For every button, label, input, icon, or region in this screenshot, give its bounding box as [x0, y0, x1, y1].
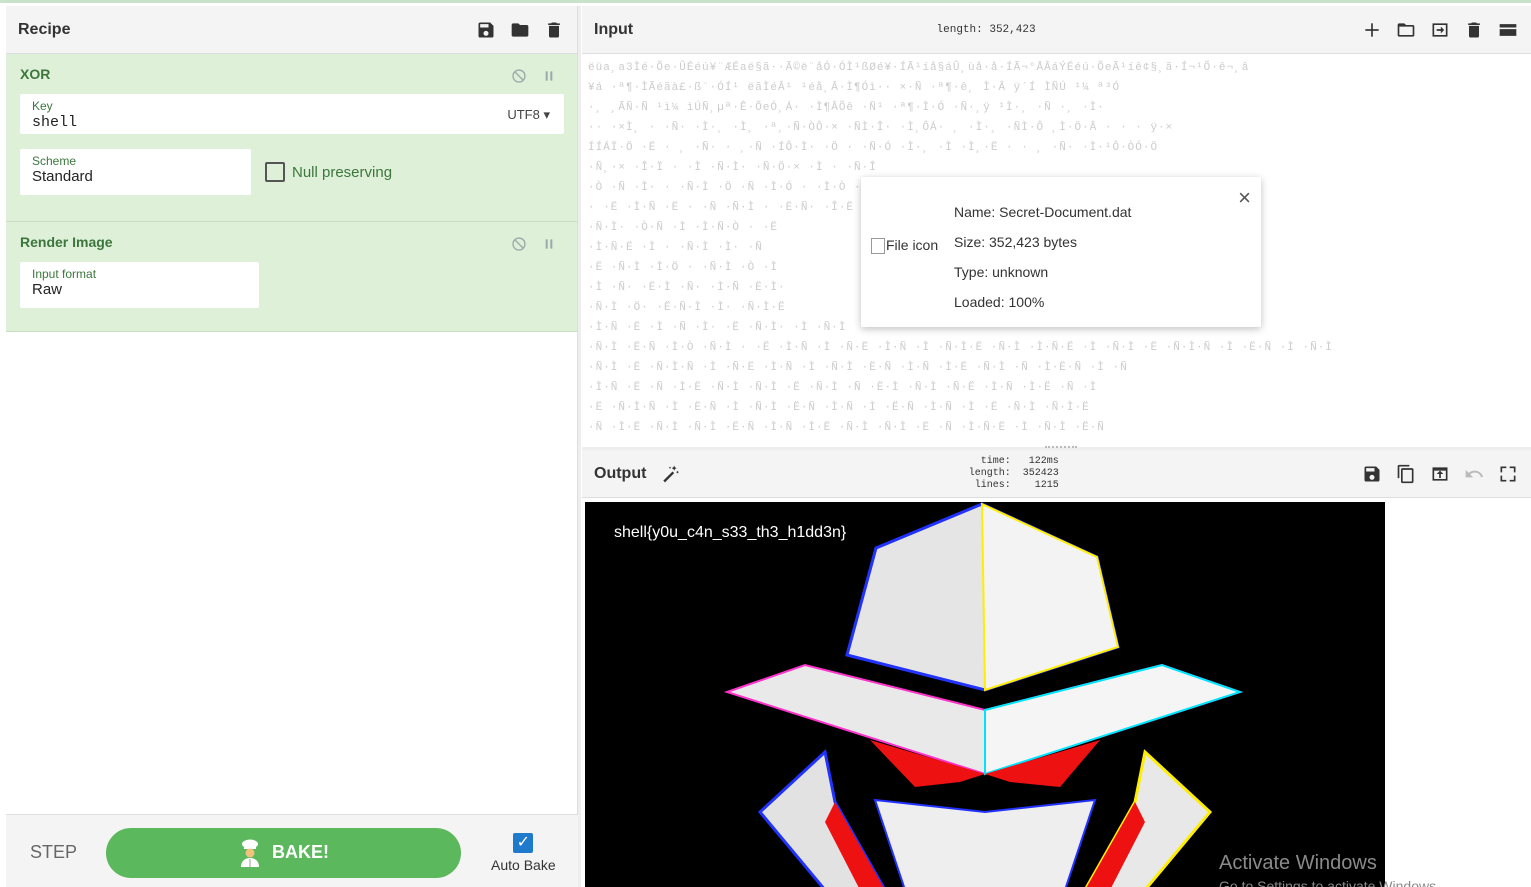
file-icon: File icon [871, 237, 939, 255]
import-icon[interactable] [1429, 19, 1451, 41]
output-pane: Output time: 122ms length: 352423 lines: 12… [582, 450, 1531, 887]
input-length: length: 352,423 [937, 24, 1036, 36]
input-format-field[interactable]: Input format Raw [20, 262, 259, 308]
key-field[interactable]: Key shell UTF8 ▾ [20, 94, 564, 134]
length-value: 352,423 [989, 23, 1036, 36]
output-title: Output [594, 464, 647, 482]
pane-resizer-vertical[interactable] [578, 6, 581, 887]
flag-text: shell{y0u_c4n_s33_th3_h1dd3n} [614, 524, 847, 541]
scheme-select[interactable]: Standard [32, 168, 93, 185]
chef-icon [241, 839, 259, 867]
disable-icon[interactable] [511, 68, 527, 89]
replace-input-icon[interactable] [1429, 463, 1451, 485]
operation-controls [511, 68, 557, 89]
file-size: Size: 352,423 bytes [954, 234, 1077, 250]
length-label: length: [968, 467, 1011, 479]
plus-icon[interactable] [1361, 19, 1383, 41]
null-preserving-label: Null preserving [292, 163, 393, 181]
trash-icon[interactable] [1463, 19, 1485, 41]
folder-icon[interactable] [509, 19, 531, 41]
file-type: Type: unknown [954, 264, 1049, 280]
auto-bake-checkbox[interactable]: ✓ [513, 832, 534, 853]
recipe-header: Recipe [6, 6, 577, 54]
file-details-card: File icon Name: Secret-Document.dat Size… [861, 177, 1261, 327]
layout-icon[interactable] [1497, 19, 1519, 41]
file-info: Name: Secret-Document.dat Size: 352,423 … [954, 197, 1131, 317]
folder-icon[interactable] [1395, 19, 1417, 41]
broken-image-icon [871, 238, 885, 255]
time-value: 122ms [1028, 455, 1059, 467]
maximize-icon[interactable] [1497, 463, 1519, 485]
undo-icon[interactable] [1463, 463, 1485, 485]
auto-bake-toggle[interactable]: ✓ Auto Bake [491, 832, 556, 873]
close-icon[interactable]: × [1238, 185, 1251, 211]
disable-icon[interactable] [511, 236, 527, 257]
step-button[interactable]: STEP [30, 842, 100, 863]
auto-bake-label: Auto Bake [491, 856, 556, 873]
null-preserving-toggle[interactable]: Null preserving [265, 162, 392, 182]
caret-down-icon: ▾ [543, 107, 550, 122]
rendered-image: shell{y0u_c4n_s33_th3_h1dd3n} [585, 502, 1385, 887]
lines-value: 1215 [1034, 479, 1059, 491]
input-format-select[interactable]: Raw [32, 281, 62, 298]
input-title: Input [594, 20, 634, 38]
input-toolbar [1361, 19, 1519, 41]
copy-icon[interactable] [1395, 463, 1417, 485]
spy-logo-image [723, 502, 1244, 887]
file-loaded: Loaded: 100% [954, 294, 1045, 310]
output-toolbar [1361, 463, 1519, 485]
operation-title: XOR [20, 66, 51, 82]
recipe-title: Recipe [18, 20, 71, 38]
recipe-toolbar [475, 19, 565, 41]
pause-icon[interactable] [541, 236, 557, 257]
activate-windows-title: Activate Windows [1219, 852, 1377, 874]
output-stats: time: 122ms length: 352423 lines: 1215 [961, 456, 1059, 492]
file-icon-alt-text: File icon [886, 237, 939, 253]
scheme-field[interactable]: Scheme Standard [20, 149, 251, 195]
save-icon[interactable] [1361, 463, 1383, 485]
encoding-dropdown[interactable]: UTF8 ▾ [507, 107, 550, 123]
file-name: Name: Secret-Document.dat [954, 204, 1132, 220]
length-label: length: [936, 23, 983, 36]
pause-icon[interactable] [541, 68, 557, 89]
input-format-label: Input format [32, 267, 97, 281]
encoding-value: UTF8 [507, 107, 540, 122]
lines-label: lines: [974, 479, 1011, 491]
output-header: Output time: 122ms length: 352423 lines: 12… [582, 450, 1531, 498]
bake-button[interactable]: BAKE! [106, 827, 461, 878]
null-preserving-checkbox[interactable] [265, 162, 285, 182]
scheme-label: Scheme [32, 154, 77, 168]
activate-windows-subtitle: Go to Settings to activate Windows. [1219, 878, 1440, 887]
bake-label: BAKE! [272, 842, 329, 862]
input-header: Input length: 352,423 [582, 6, 1531, 54]
cyberchef-app: Recipe XOR Key shell UTF8 ▾ Scheme Stand… [0, 0, 1531, 887]
operation-controls [511, 236, 557, 257]
input-pane: Input length: 352,423 ëüa¸a3Ìé·Õe·ÛÉéú¥¨… [582, 6, 1531, 447]
key-label: Key [32, 99, 53, 113]
length-value: 352423 [1022, 467, 1059, 479]
recipe-footer: STEP BAKE! ✓ Auto Bake [6, 814, 578, 887]
time-label: time: [980, 455, 1011, 467]
operation-render-image[interactable]: Render Image Input format Raw [6, 222, 577, 332]
trash-icon[interactable] [543, 19, 565, 41]
scheme-row: Scheme Standard Null preserving [20, 149, 563, 195]
key-input[interactable]: shell [32, 114, 77, 131]
operation-title: Render Image [20, 234, 113, 250]
magic-wand-icon[interactable] [660, 464, 680, 484]
save-icon[interactable] [475, 19, 497, 41]
recipe-pane: Recipe XOR Key shell UTF8 ▾ Scheme Stand… [6, 6, 578, 887]
operation-xor[interactable]: XOR Key shell UTF8 ▾ Scheme Standard Nul… [6, 54, 577, 222]
